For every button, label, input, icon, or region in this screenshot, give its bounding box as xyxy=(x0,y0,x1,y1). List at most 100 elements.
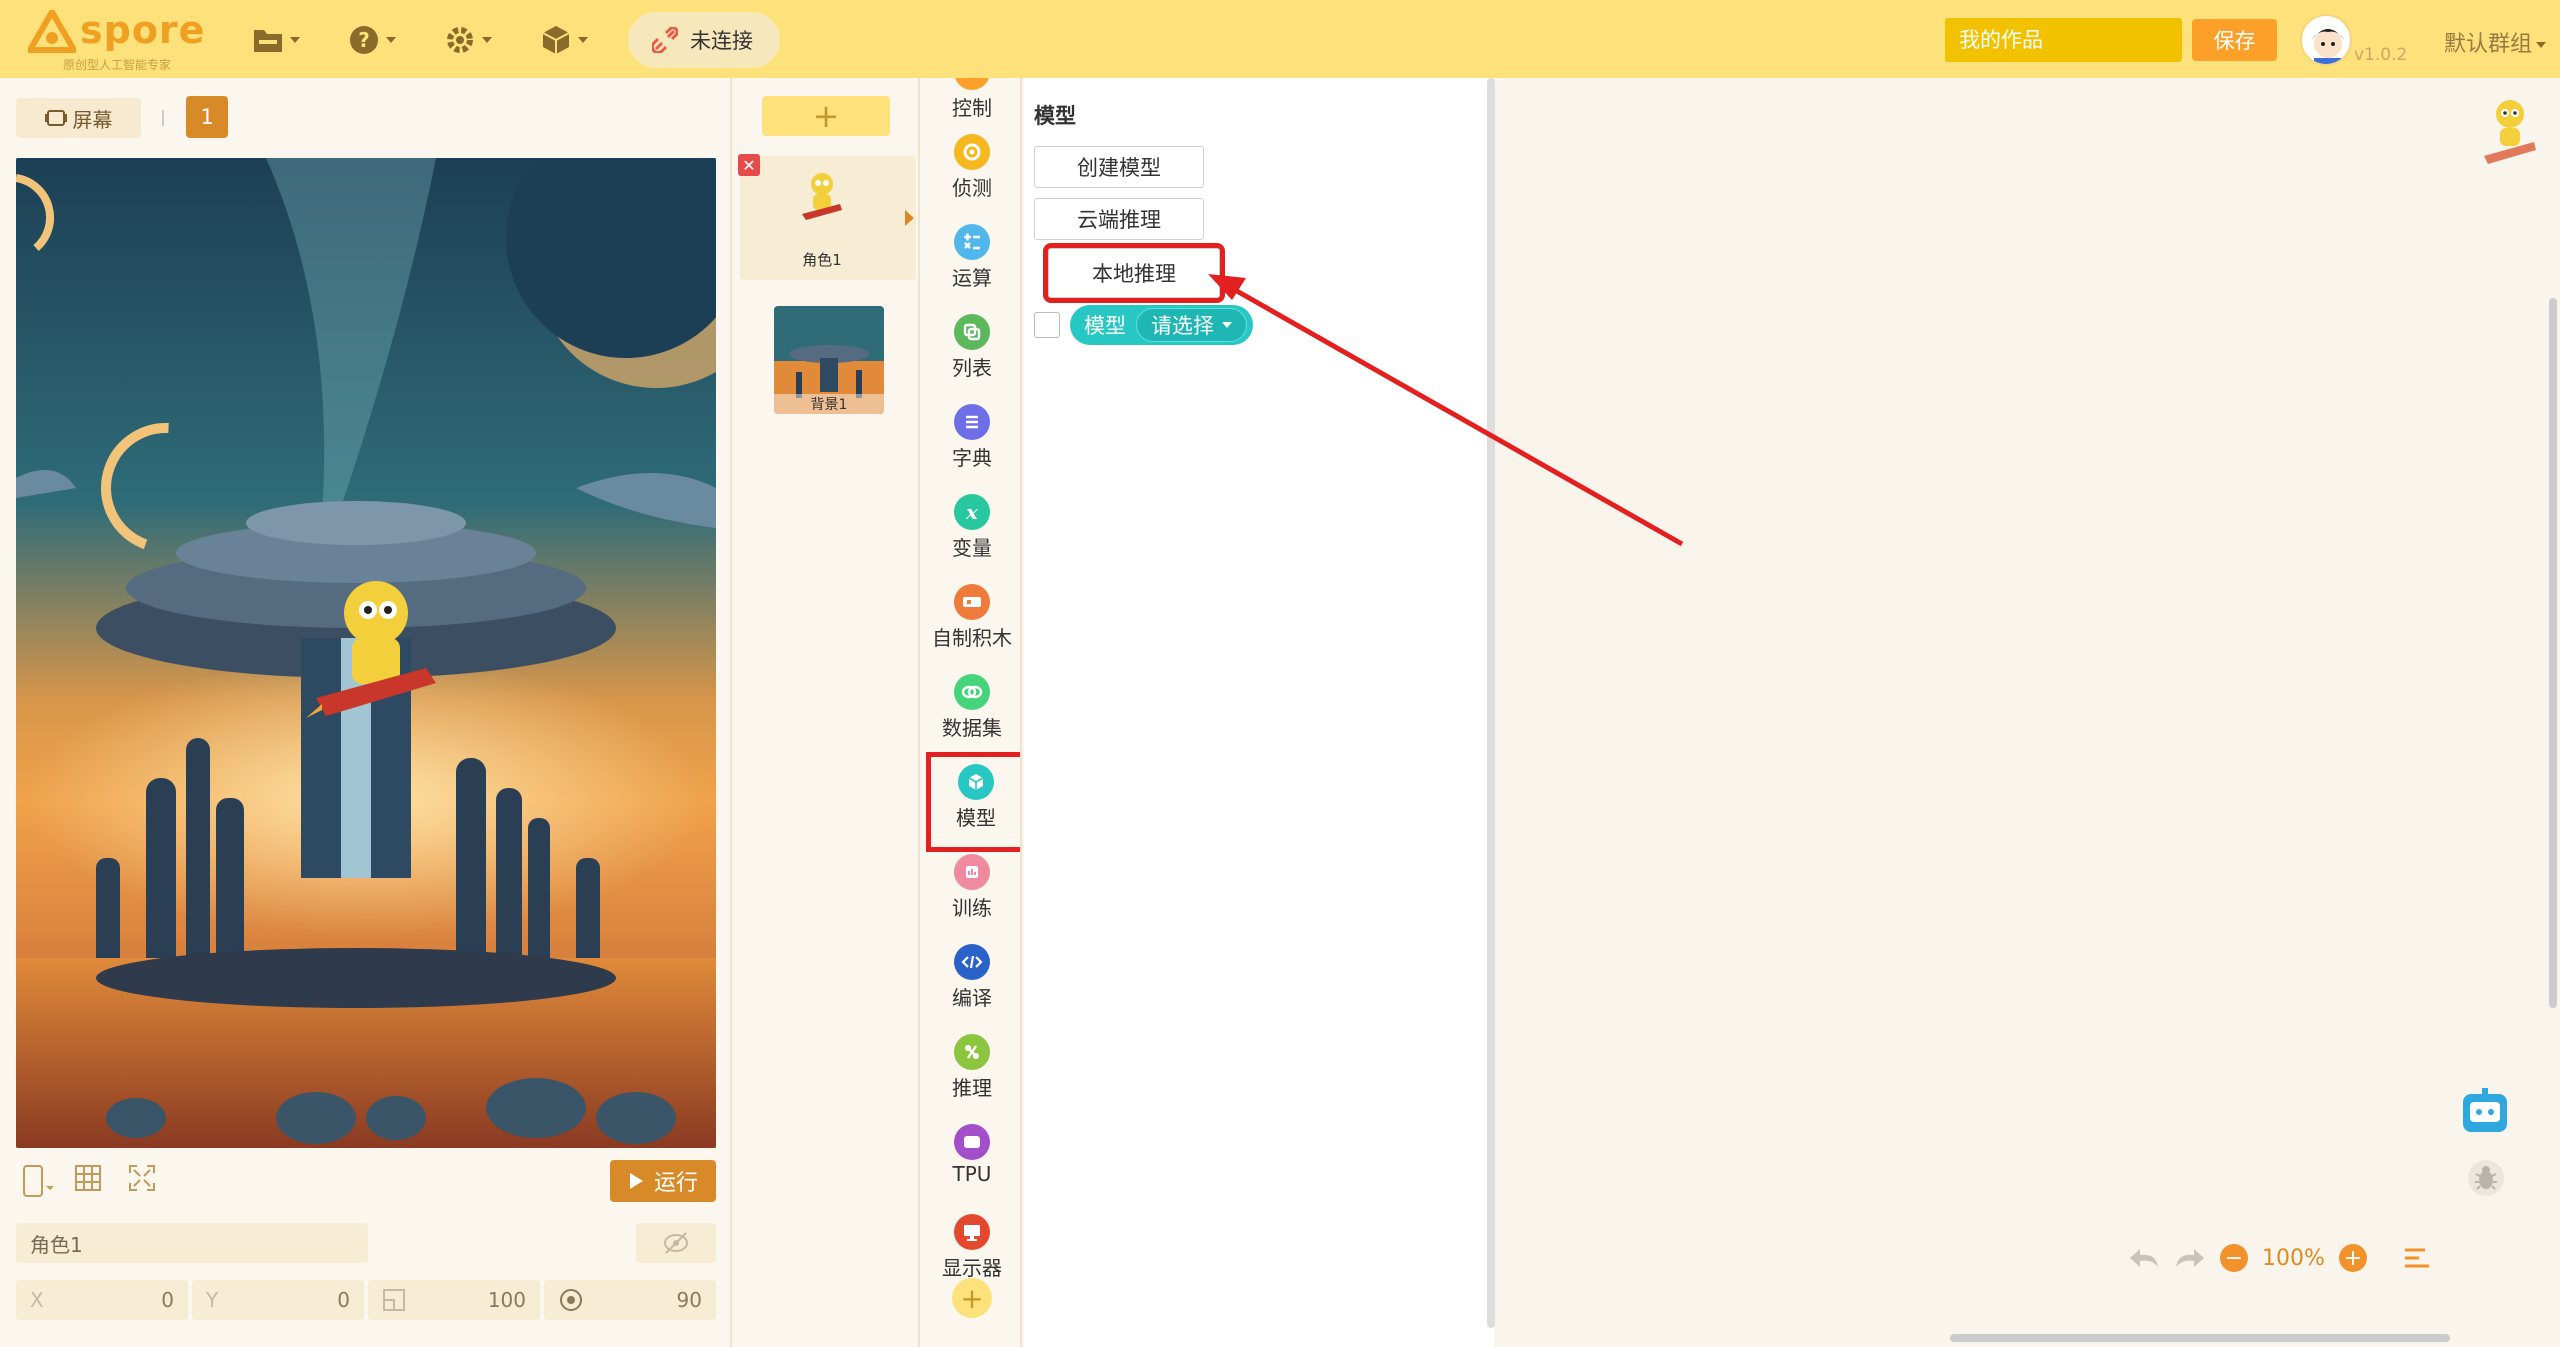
category-label: 显示器 xyxy=(942,1256,1002,1280)
stage-background-image xyxy=(16,158,716,1148)
category-label: 模型 xyxy=(956,806,996,830)
category-compile[interactable]: 编译 xyxy=(922,934,1020,1024)
unlinked-icon xyxy=(652,27,678,53)
code-workspace[interactable]: − 100% + xyxy=(1500,78,2560,1347)
group-selector[interactable]: 默认群组 xyxy=(2444,26,2547,58)
redo-icon[interactable] xyxy=(2174,1245,2206,1271)
y-label: Y xyxy=(206,1288,219,1312)
connection-button[interactable]: 未连接 xyxy=(628,12,780,68)
custom-block-icon xyxy=(954,584,990,620)
y-field[interactable]: Y0 xyxy=(192,1280,364,1320)
x-field[interactable]: X0 xyxy=(16,1280,188,1320)
model-dropdown-value: 请选择 xyxy=(1151,314,1214,338)
category-label: 训练 xyxy=(952,896,992,920)
delete-sprite-button[interactable]: ✕ xyxy=(738,154,760,176)
category-operators[interactable]: 运算 xyxy=(922,214,1020,304)
help-menu-button[interactable]: ? xyxy=(348,20,396,60)
file-menu-button[interactable] xyxy=(252,20,300,60)
extensions-menu-button[interactable] xyxy=(540,20,588,60)
category-sidebar: 控制 侦测 运算 列表 字典 x 变量 自制积木 数据集 模型 训练 编译 推理… xyxy=(922,78,1022,1347)
category-variables[interactable]: x 变量 xyxy=(922,484,1020,574)
inference-icon xyxy=(954,1034,990,1070)
stage-toolbar: 运行 xyxy=(16,1158,716,1204)
work-name-input[interactable] xyxy=(1945,18,2182,62)
play-icon xyxy=(629,1173,643,1189)
create-model-button[interactable]: 创建模型 xyxy=(1034,146,1204,188)
connection-status: 未连接 xyxy=(690,29,753,53)
bug-icon[interactable] xyxy=(2466,1158,2506,1198)
cube-icon xyxy=(542,26,570,54)
category-model[interactable]: 模型 xyxy=(926,752,1020,852)
local-inference-button[interactable]: 本地推理 xyxy=(1043,243,1225,303)
logo-subtitle: 原创型人工智能专家 xyxy=(62,58,171,72)
chevron-right-icon[interactable] xyxy=(905,210,914,226)
screen-button[interactable]: 屏幕 xyxy=(16,98,141,138)
visibility-toggle[interactable] xyxy=(636,1223,716,1263)
user-avatar-icon xyxy=(2312,29,2344,64)
model-block[interactable]: 模型 请选择 xyxy=(1070,305,1253,345)
size-value: 100 xyxy=(487,1288,526,1312)
sprite-name-input[interactable] xyxy=(16,1223,368,1263)
sprite-properties: X0 Y0 100 90 xyxy=(16,1280,716,1320)
zoom-out-button[interactable]: − xyxy=(2220,1244,2248,1272)
folder-icon xyxy=(254,30,282,52)
svg-text:x: x xyxy=(965,501,979,523)
tpu-icon xyxy=(954,1124,990,1160)
display-icon xyxy=(954,1214,990,1250)
top-bar: spore 原创型人工智能专家 ? 未连接 保存 v1.0.2 默认 xyxy=(0,0,2560,78)
stage-canvas[interactable] xyxy=(16,158,716,1148)
operator-icon xyxy=(954,224,990,260)
help-icon: ? xyxy=(350,26,378,54)
device-icon[interactable] xyxy=(20,1164,54,1198)
version-label: v1.0.2 xyxy=(2354,45,2408,65)
palette-scrollbar[interactable] xyxy=(1487,78,1495,1328)
avatar[interactable] xyxy=(2300,14,2352,66)
category-inference[interactable]: 推理 xyxy=(922,1024,1020,1114)
category-label: 变量 xyxy=(952,536,992,560)
model-checkbox[interactable] xyxy=(1034,312,1060,338)
direction-icon xyxy=(560,1289,582,1311)
group-label: 默认群组 xyxy=(2444,32,2533,57)
undo-icon[interactable] xyxy=(2128,1245,2160,1271)
category-dataset[interactable]: 数据集 xyxy=(922,664,1020,754)
sprite-thumbnail xyxy=(802,173,842,220)
robot-assistant-icon[interactable] xyxy=(2460,1088,2510,1138)
dataset-icon xyxy=(954,674,990,710)
category-custom-blocks[interactable]: 自制积木 xyxy=(922,574,1020,664)
align-blocks-icon[interactable] xyxy=(2403,1246,2431,1270)
category-label: 编译 xyxy=(952,986,992,1010)
category-sensing[interactable]: 侦测 xyxy=(922,124,1020,214)
screen-number-badge[interactable]: 1 xyxy=(186,96,228,138)
sprite-panel: + ✕ 角色1 背景1 xyxy=(734,78,920,1347)
chevron-down-icon xyxy=(1222,322,1232,328)
sprite-card[interactable]: ✕ 角色1 xyxy=(738,154,916,280)
category-training[interactable]: 训练 xyxy=(922,844,1020,934)
x-value: 0 xyxy=(161,1288,174,1312)
category-label: 列表 xyxy=(952,356,992,380)
category-label: TPU xyxy=(952,1162,992,1186)
size-field[interactable]: 100 xyxy=(368,1280,540,1320)
zoom-in-button[interactable]: + xyxy=(2338,1244,2367,1272)
category-tpu[interactable]: TPU xyxy=(922,1114,1020,1204)
save-button[interactable]: 保存 xyxy=(2192,19,2277,61)
model-dropdown[interactable]: 请选择 xyxy=(1136,308,1247,342)
workspace-toolbar: − 100% + xyxy=(2128,1238,2431,1278)
direction-value: 90 xyxy=(676,1288,702,1312)
workspace-vertical-scrollbar[interactable] xyxy=(2549,298,2557,1008)
add-sprite-button[interactable]: + xyxy=(762,96,890,136)
add-extension-button[interactable]: + xyxy=(952,1278,992,1318)
workspace-horizontal-scrollbar[interactable] xyxy=(1950,1334,2450,1342)
category-label: 控制 xyxy=(952,96,992,120)
fullscreen-icon[interactable] xyxy=(128,1164,156,1192)
list-icon xyxy=(954,314,990,350)
cloud-inference-button[interactable]: 云端推理 xyxy=(1034,198,1204,240)
size-icon xyxy=(383,1289,405,1311)
compile-icon xyxy=(954,944,990,980)
category-dictionary[interactable]: 字典 xyxy=(922,394,1020,484)
direction-field[interactable]: 90 xyxy=(544,1280,716,1320)
run-button[interactable]: 运行 xyxy=(610,1160,716,1202)
background-card[interactable]: 背景1 xyxy=(774,306,884,414)
grid-icon[interactable] xyxy=(74,1164,102,1192)
settings-menu-button[interactable] xyxy=(444,20,492,60)
category-list[interactable]: 列表 xyxy=(922,304,1020,394)
